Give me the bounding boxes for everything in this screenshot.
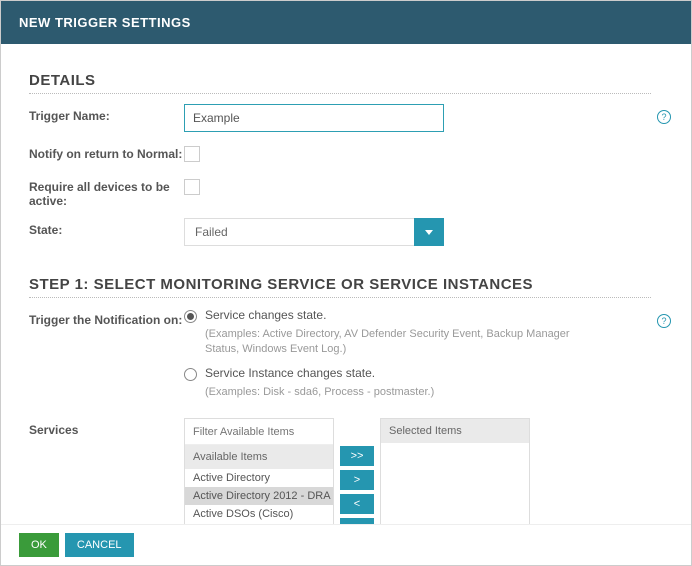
services-control: Available Items Active DirectoryActive D… [184,418,651,524]
transfer-buttons: >> > < << [340,418,374,524]
list-item[interactable]: ADTRAN - Device Health [185,523,333,524]
state-label: State: [29,218,184,237]
details-section-title: DETAILS [29,72,651,94]
row-services: Services Available Items Active Director… [29,418,651,524]
row-notify-normal: Notify on return to Normal: [29,142,651,165]
notify-normal-label: Notify on return to Normal: [29,142,184,161]
trigger-on-control: Service changes state. (Examples: Active… [184,308,651,408]
help-icon[interactable]: ? [657,110,671,124]
dialog-body: DETAILS Trigger Name: ? Notify on return… [1,44,691,524]
radio-option-service[interactable]: Service changes state. [184,308,651,323]
selected-column: Selected Items [380,418,530,524]
radio-option-instance[interactable]: Service Instance changes state. [184,366,651,381]
services-transfer: Available Items Active DirectoryActive D… [184,418,651,524]
list-item[interactable]: Active Directory [185,469,333,487]
row-require-active: Require all devices to be active: [29,175,651,208]
row-trigger-on: Trigger the Notification on: Service cha… [29,308,651,408]
radio-icon [184,310,197,323]
trigger-name-control [184,104,651,132]
selected-list[interactable] [381,443,529,524]
ok-button[interactable]: OK [19,533,59,557]
dialog-footer: OK CANCEL [1,524,691,565]
available-column: Available Items Active DirectoryActive D… [184,418,334,524]
notify-normal-checkbox[interactable] [184,146,200,162]
step1-section-title: STEP 1: SELECT MONITORING SERVICE OR SER… [29,276,651,298]
add-all-button[interactable]: >> [340,446,374,466]
radio-service-sub: (Examples: Active Directory, AV Defender… [205,327,585,358]
dialog-header: NEW TRIGGER SETTINGS [1,1,691,44]
available-header: Available Items [185,445,333,469]
state-control: Failed [184,218,651,246]
state-select[interactable]: Failed [184,218,444,246]
chevron-down-icon [425,230,433,235]
require-active-control [184,175,651,198]
add-button[interactable]: > [340,470,374,490]
require-active-checkbox[interactable] [184,179,200,195]
remove-button[interactable]: < [340,494,374,514]
scroll-area[interactable]: DETAILS Trigger Name: ? Notify on return… [1,44,691,524]
row-state: State: Failed [29,218,651,246]
help-icon[interactable]: ? [657,314,671,328]
trigger-on-label: Trigger the Notification on: [29,308,184,327]
state-select-button[interactable] [414,218,444,246]
radio-instance-sub: (Examples: Disk - sda6, Process - postma… [205,385,585,400]
selected-header: Selected Items [381,419,529,443]
notify-normal-control [184,142,651,165]
cancel-button[interactable]: CANCEL [65,533,134,557]
trigger-name-input[interactable] [184,104,444,132]
list-item[interactable]: Active DSOs (Cisco) [185,505,333,523]
radio-instance-label: Service Instance changes state. [205,366,375,380]
state-select-value: Failed [184,218,414,246]
available-list[interactable]: Active DirectoryActive Directory 2012 - … [185,469,333,524]
radio-service-label: Service changes state. [205,308,326,322]
require-active-label: Require all devices to be active: [29,175,184,208]
list-item[interactable]: Active Directory 2012 - DRA [185,487,333,505]
radio-icon [184,368,197,381]
services-label: Services [29,418,184,437]
trigger-name-label: Trigger Name: [29,104,184,123]
filter-available-input[interactable] [185,419,333,445]
dialog-title: NEW TRIGGER SETTINGS [19,15,191,30]
remove-all-button[interactable]: << [340,518,374,524]
row-trigger-name: Trigger Name: ? [29,104,651,132]
dialog-window: NEW TRIGGER SETTINGS DETAILS Trigger Nam… [0,0,692,566]
